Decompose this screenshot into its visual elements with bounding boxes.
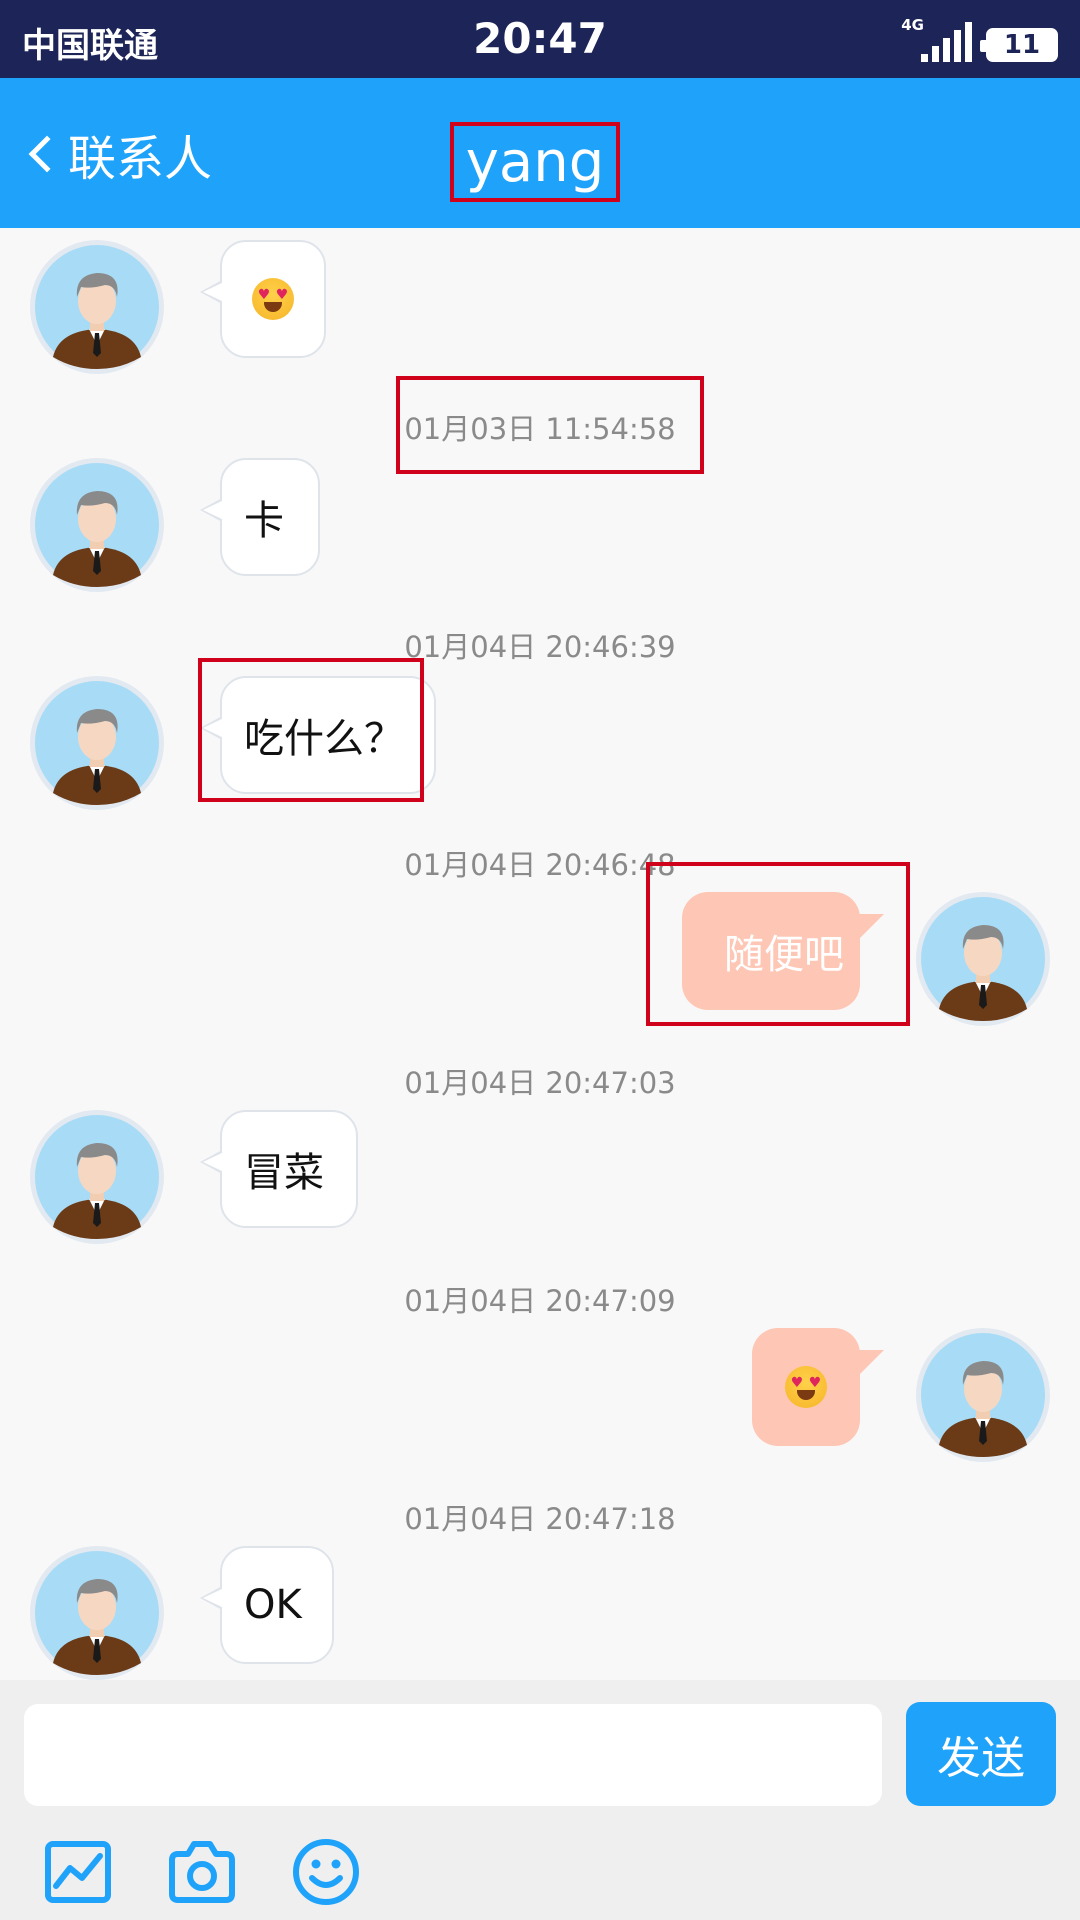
status-bar: 中国联通 20:47 4G 11 (0, 0, 1080, 78)
back-label: 联系人 (68, 131, 213, 187)
emoji-icon[interactable] (290, 1836, 362, 1908)
send-button[interactable]: 发送 (906, 1702, 1056, 1806)
message-text: 随便吧 (724, 932, 844, 978)
camera-icon[interactable] (166, 1836, 238, 1908)
back-button[interactable]: 联系人 (22, 122, 213, 187)
image-icon[interactable] (42, 1836, 114, 1908)
signal-icon (921, 22, 972, 62)
message-timestamp: 01月04日 20:46:48 (404, 848, 676, 882)
message-bubble[interactable]: OK (200, 1546, 334, 1664)
battery-level: 11 (1003, 30, 1041, 60)
message-text: 冒菜 (244, 1150, 324, 1196)
contact-avatar[interactable] (30, 240, 164, 374)
battery-icon: 11 (980, 28, 1058, 62)
message-timestamp: 01月03日 11:54:58 (404, 412, 676, 446)
nav-bar: 联系人 yang (0, 78, 1080, 228)
contact-avatar[interactable] (30, 1110, 164, 1244)
user-avatar[interactable] (916, 1328, 1050, 1462)
page-title: yang (450, 122, 620, 202)
message-bubble[interactable]: 吃什么？ (200, 676, 436, 794)
message-timestamp: 01月04日 20:47:18 (404, 1502, 676, 1536)
message-bubble[interactable]: ♥ ♥ (200, 240, 326, 358)
chat-area[interactable]: ♥ ♥ 01月03日 11:54:58 卡 01月04日 20:46:39 吃什么… (0, 228, 1080, 1680)
message-bubble[interactable]: 卡 (200, 458, 320, 576)
input-bar: 发送 (0, 1680, 1080, 1920)
message-text: 卡 (244, 498, 284, 544)
chevron-left-icon (28, 135, 66, 173)
contact-avatar[interactable] (30, 676, 164, 810)
contact-avatar[interactable] (30, 1546, 164, 1680)
message-bubble[interactable]: 随便吧 (682, 892, 884, 1010)
message-timestamp: 01月04日 20:46:39 (404, 630, 676, 664)
message-timestamp: 01月04日 20:47:09 (404, 1284, 676, 1318)
message-bubble[interactable]: ♥ ♥ (752, 1328, 884, 1446)
message-bubble[interactable]: 冒菜 (200, 1110, 358, 1228)
message-text: 吃什么？ (244, 716, 404, 762)
heart-eyes-emoji-icon: ♥ ♥ (252, 278, 294, 320)
message-timestamp: 01月04日 20:47:03 (404, 1066, 676, 1100)
user-avatar[interactable] (916, 892, 1050, 1026)
heart-eyes-emoji-icon: ♥ ♥ (785, 1366, 827, 1408)
contact-avatar[interactable] (30, 458, 164, 592)
message-text: OK (244, 1582, 302, 1628)
message-input[interactable] (24, 1704, 882, 1806)
